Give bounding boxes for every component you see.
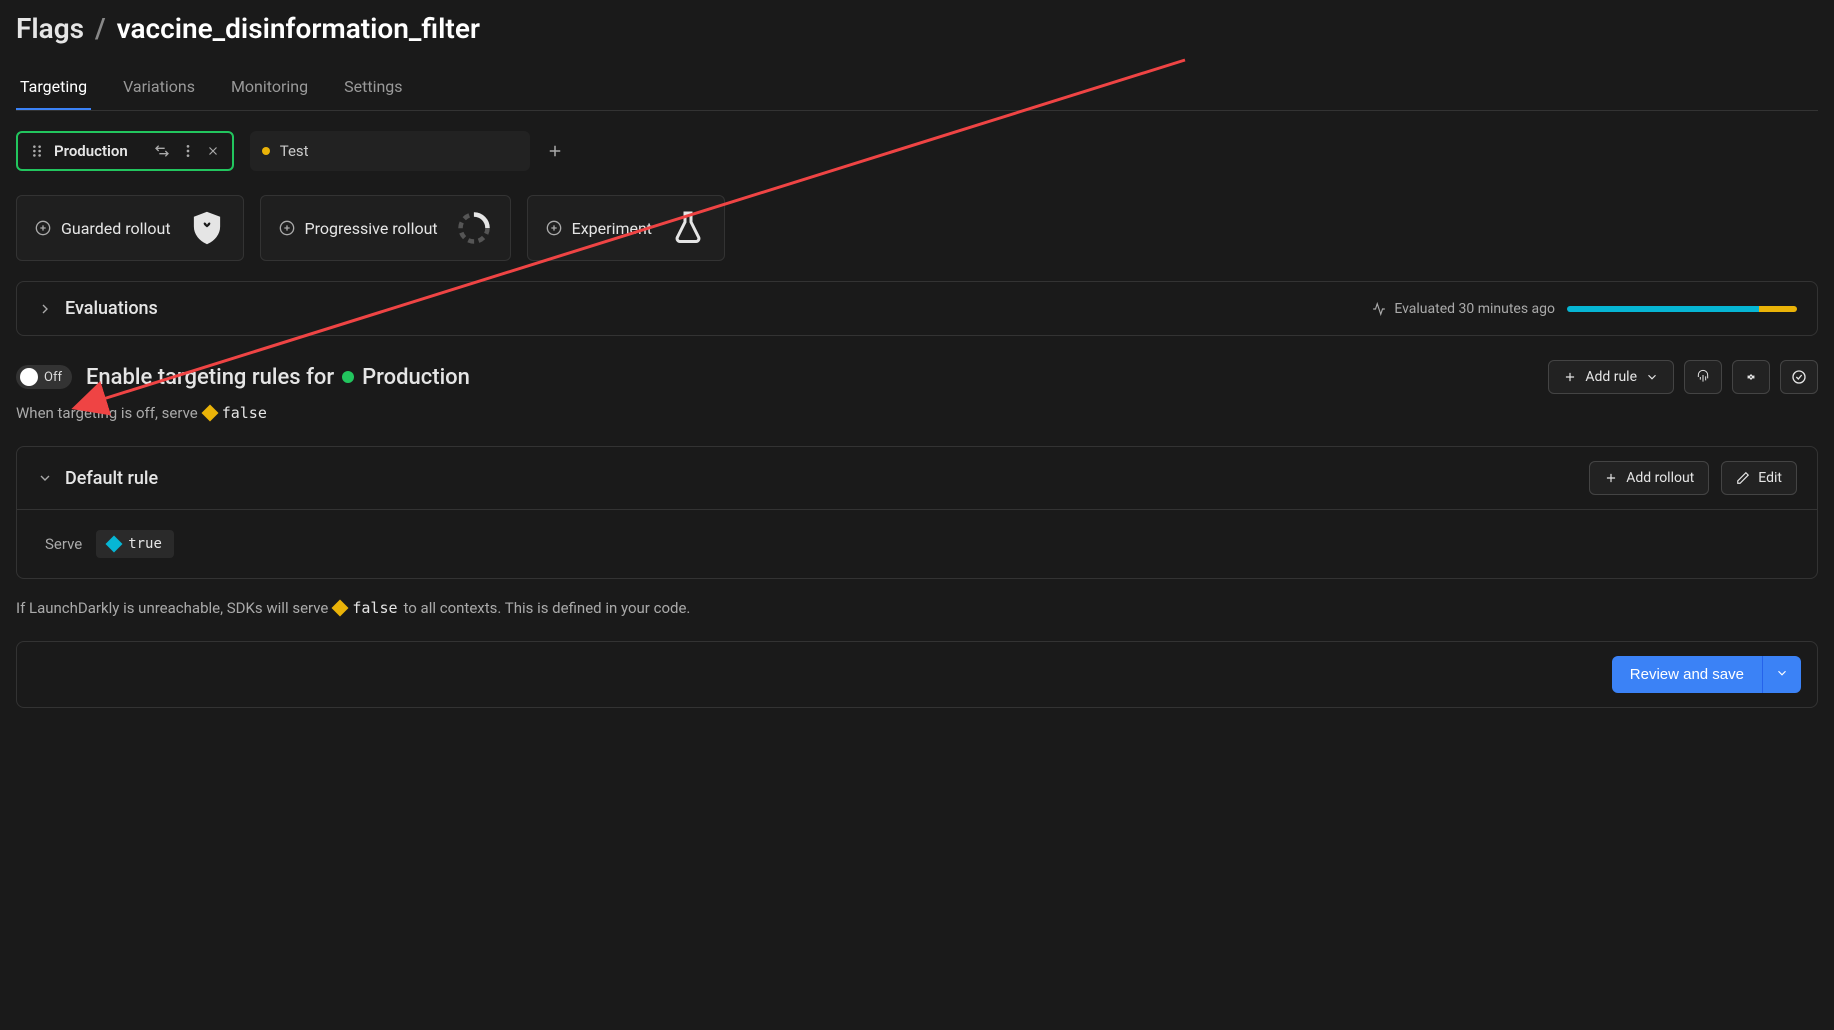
breadcrumb-leaf: vaccine_disinformation_filter <box>117 12 480 45</box>
targeting-title-prefix: Enable targeting rules for <box>86 365 334 390</box>
evaluations-panel[interactable]: Evaluations Evaluated 30 minutes ago <box>16 281 1818 336</box>
chevron-right-icon <box>37 301 53 317</box>
edit-button[interactable]: Edit <box>1721 461 1797 495</box>
validate-button[interactable] <box>1780 360 1818 394</box>
collapse-icon <box>1743 369 1759 385</box>
progressive-rollout-button[interactable]: Progressive rollout <box>260 195 511 261</box>
env-label: Test <box>280 142 309 160</box>
save-panel: Review and save <box>16 641 1818 708</box>
pencil-icon <box>1736 471 1750 485</box>
tab-settings[interactable]: Settings <box>340 65 406 110</box>
tab-variations[interactable]: Variations <box>119 65 199 110</box>
close-icon[interactable] <box>206 144 220 158</box>
add-rollout-label: Add rollout <box>1626 470 1694 486</box>
fallback-value: false <box>352 599 397 617</box>
activity-icon <box>1372 302 1386 316</box>
plus-circle-icon <box>35 220 51 236</box>
tab-targeting[interactable]: Targeting <box>16 65 91 110</box>
env-pill-production[interactable]: Production <box>16 131 234 171</box>
plus-circle-icon <box>279 220 295 236</box>
breadcrumb-root[interactable]: Flags <box>16 12 84 45</box>
fallback-text: If LaunchDarkly is unreachable, SDKs wil… <box>16 599 1818 617</box>
progress-ring-icon <box>456 210 492 246</box>
rollout-label: Guarded rollout <box>61 219 171 238</box>
collapse-button[interactable] <box>1732 360 1770 394</box>
chevron-down-icon[interactable] <box>37 470 53 486</box>
check-badge-icon <box>1791 369 1807 385</box>
review-save-button[interactable]: Review and save <box>1612 656 1762 693</box>
fingerprint-button[interactable] <box>1684 360 1722 394</box>
compare-icon[interactable] <box>154 143 170 159</box>
diamond-yellow-icon <box>332 600 349 617</box>
shield-heart-icon <box>189 210 225 246</box>
rollout-label: Experiment <box>572 219 652 238</box>
add-rule-label: Add rule <box>1585 369 1637 385</box>
fallback-suffix: to all contexts. This is defined in your… <box>404 599 691 617</box>
add-rollout-button[interactable]: Add rollout <box>1589 461 1709 495</box>
eval-bar-seg-true <box>1567 306 1759 312</box>
env-dot-icon <box>262 147 270 155</box>
eval-bar-seg-false <box>1759 306 1797 312</box>
chevron-down-icon <box>1645 370 1659 384</box>
toggle-knob <box>20 368 38 386</box>
diamond-blue-icon <box>106 536 123 553</box>
tab-monitoring[interactable]: Monitoring <box>227 65 312 110</box>
serve-value-chip: true <box>96 530 174 558</box>
experiment-button[interactable]: Experiment <box>527 195 725 261</box>
rollout-row: Guarded rollout Progressive rollout Expe… <box>16 195 1818 261</box>
chevron-down-icon <box>1775 666 1789 680</box>
environments-row: Production Test <box>16 131 1818 171</box>
off-serve-value: false <box>222 404 267 422</box>
fingerprint-icon <box>1695 369 1711 385</box>
breadcrumb: Flags / vaccine_disinformation_filter <box>16 12 1818 45</box>
review-save-dropdown[interactable] <box>1762 656 1801 693</box>
targeting-toggle[interactable]: Off <box>16 365 72 389</box>
diamond-yellow-icon <box>201 405 218 422</box>
serve-label: Serve <box>45 535 82 553</box>
plus-icon <box>1563 370 1577 384</box>
evaluations-title: Evaluations <box>65 298 158 319</box>
flask-icon <box>670 210 706 246</box>
default-rule-title: Default rule <box>65 468 158 489</box>
evaluations-bar <box>1567 306 1797 312</box>
guarded-rollout-button[interactable]: Guarded rollout <box>16 195 244 261</box>
drag-handle-icon <box>30 144 44 158</box>
plus-icon <box>1604 471 1618 485</box>
tabs: Targeting Variations Monitoring Settings <box>16 65 1818 111</box>
off-serve-text: When targeting is off, serve false <box>16 404 1818 422</box>
add-rule-button[interactable]: Add rule <box>1548 360 1674 394</box>
plus-circle-icon <box>546 220 562 236</box>
targeting-env-label: Production <box>362 365 470 390</box>
rollout-label: Progressive rollout <box>305 219 438 238</box>
default-rule-panel: Default rule Add rollout Edit Serve true <box>16 446 1818 579</box>
evaluations-meta: Evaluated 30 minutes ago <box>1394 301 1555 317</box>
serve-value: true <box>128 536 162 552</box>
add-environment-icon[interactable] <box>546 142 564 160</box>
breadcrumb-sep: / <box>95 12 106 45</box>
toggle-state: Off <box>44 370 62 385</box>
more-icon[interactable] <box>180 143 196 159</box>
env-dot-icon <box>342 371 354 383</box>
edit-label: Edit <box>1758 470 1782 486</box>
off-serve-prefix: When targeting is off, serve <box>16 404 198 422</box>
env-label: Production <box>54 142 128 160</box>
env-pill-test[interactable]: Test <box>250 131 530 171</box>
fallback-prefix: If LaunchDarkly is unreachable, SDKs wil… <box>16 599 328 617</box>
targeting-header: Off Enable targeting rules for Productio… <box>16 360 1818 394</box>
